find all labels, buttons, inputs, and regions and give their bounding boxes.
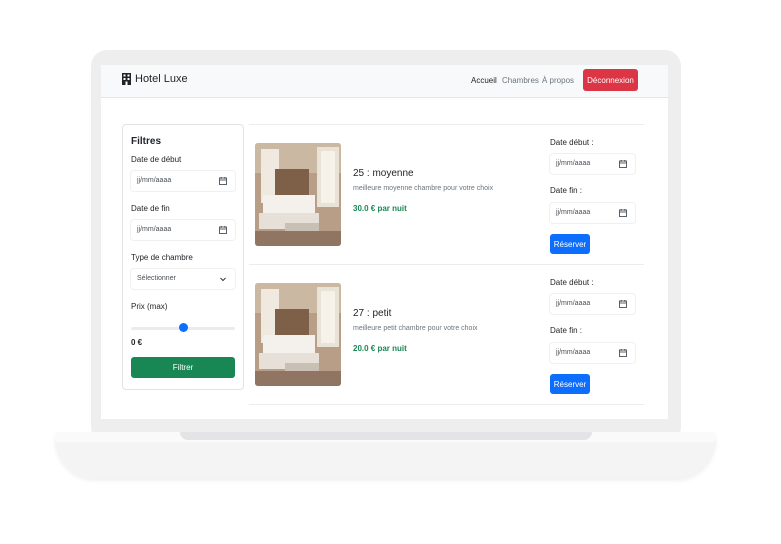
end-date-placeholder: jj/mm/aaaa bbox=[137, 226, 172, 233]
room-description: meilleure moyenne chambre pour votre cho… bbox=[353, 185, 494, 192]
booking-end-placeholder: jj/mm/aaaa bbox=[556, 349, 591, 356]
filters-title: Filtres bbox=[131, 136, 162, 147]
price-slider[interactable] bbox=[131, 323, 235, 333]
end-date-label: Date de fin bbox=[131, 204, 170, 213]
booking-start-placeholder: jj/mm/aaaa bbox=[556, 300, 591, 307]
room-photo bbox=[255, 143, 341, 246]
laptop-screen: Hotel Luxe Accueil Chambres À propos Déc… bbox=[101, 65, 668, 419]
nav-accueil[interactable]: Accueil bbox=[471, 76, 497, 85]
booking-end-placeholder: jj/mm/aaaa bbox=[556, 209, 591, 216]
reserve-button[interactable]: Réserver bbox=[550, 234, 590, 254]
nav-a-propos[interactable]: À propos bbox=[542, 76, 574, 85]
booking-end-input[interactable]: jj/mm/aaaa bbox=[550, 203, 635, 223]
building-icon bbox=[122, 73, 131, 85]
room-type-select[interactable]: Sélectionner bbox=[131, 269, 235, 289]
reserve-button[interactable]: Réserver bbox=[550, 374, 590, 394]
room-card: 25 : moyenne meilleure moyenne chambre p… bbox=[249, 124, 644, 265]
start-date-placeholder: jj/mm/aaaa bbox=[137, 177, 172, 184]
booking-start-label: Date début : bbox=[550, 138, 594, 147]
filters-card: Filtres Date de début jj/mm/aaaa Date de… bbox=[122, 124, 244, 390]
filter-button[interactable]: Filtrer bbox=[131, 357, 235, 378]
room-photo bbox=[255, 283, 341, 386]
calendar-icon[interactable] bbox=[619, 160, 627, 168]
booking-start-label: Date début : bbox=[550, 278, 594, 287]
room-type-label: Type de chambre bbox=[131, 253, 193, 262]
booking-start-placeholder: jj/mm/aaaa bbox=[556, 160, 591, 167]
room-title: 25 : moyenne bbox=[353, 168, 414, 179]
booking-end-label: Date fin : bbox=[550, 326, 583, 335]
slider-thumb[interactable] bbox=[178, 323, 188, 332]
room-title: 27 : petit bbox=[353, 308, 392, 319]
calendar-icon[interactable] bbox=[619, 300, 627, 308]
room-price: 30.0 € par nuit bbox=[353, 204, 407, 213]
booking-start-input[interactable]: jj/mm/aaaa bbox=[550, 154, 635, 174]
logout-button[interactable]: Déconnexion bbox=[583, 69, 638, 91]
room-card: 27 : petit meilleure petit chambre pour … bbox=[249, 264, 644, 405]
calendar-icon[interactable] bbox=[619, 349, 627, 357]
price-value: 0 € bbox=[131, 338, 143, 347]
room-price: 20.0 € par nuit bbox=[353, 344, 407, 353]
brand[interactable]: Hotel Luxe bbox=[122, 73, 188, 85]
nav-chambres[interactable]: Chambres bbox=[502, 76, 539, 85]
end-date-input[interactable]: jj/mm/aaaa bbox=[131, 220, 235, 240]
calendar-icon[interactable] bbox=[619, 209, 627, 217]
navbar: Hotel Luxe Accueil Chambres À propos Déc… bbox=[101, 65, 668, 98]
booking-end-label: Date fin : bbox=[550, 186, 583, 195]
start-date-label: Date de début bbox=[131, 155, 182, 164]
room-description: meilleure petit chambre pour votre choix bbox=[353, 325, 478, 332]
chevron-down-icon bbox=[220, 277, 226, 282]
calendar-icon[interactable] bbox=[219, 177, 227, 185]
price-label: Prix (max) bbox=[131, 302, 168, 311]
booking-start-input[interactable]: jj/mm/aaaa bbox=[550, 294, 635, 314]
start-date-input[interactable]: jj/mm/aaaa bbox=[131, 171, 235, 191]
laptop-notch bbox=[180, 432, 592, 440]
booking-end-input[interactable]: jj/mm/aaaa bbox=[550, 343, 635, 363]
calendar-icon[interactable] bbox=[219, 226, 227, 234]
brand-name: Hotel Luxe bbox=[135, 73, 188, 85]
room-type-selected: Sélectionner bbox=[137, 275, 176, 282]
room-card-partial bbox=[249, 404, 644, 419]
